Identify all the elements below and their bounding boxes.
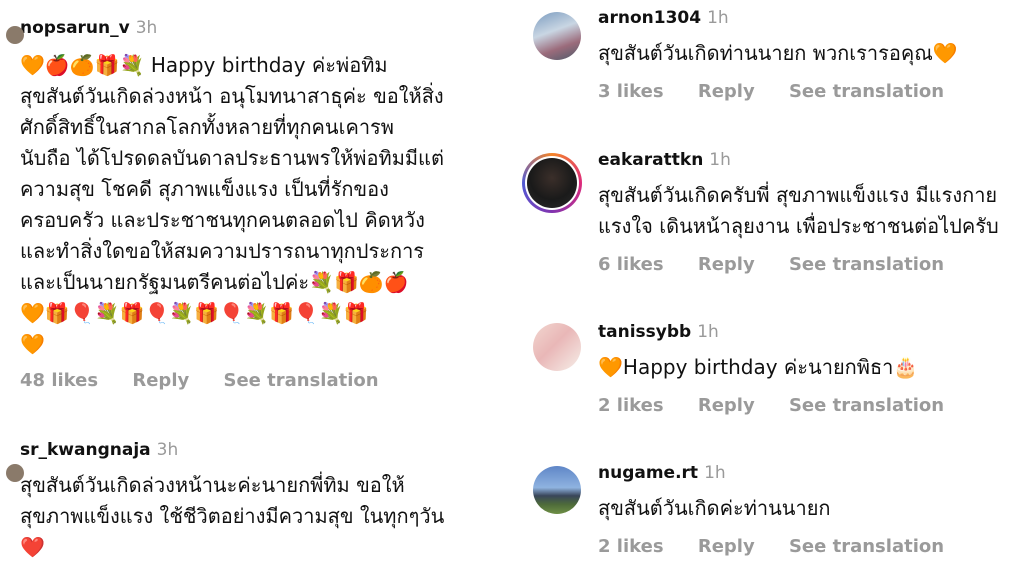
likes-count[interactable]: 48 likes <box>20 370 98 391</box>
comment-text: 🧡Happy birthday ค่ะนายกพิธา🎂 <box>598 355 919 379</box>
avatar[interactable] <box>6 26 24 44</box>
comment-text: สุขสันต์วันเกิดครับพี่ สุขภาพแข็งแรง มีแ… <box>598 183 999 238</box>
comment-time: 3h <box>156 440 179 460</box>
see-translation-link[interactable]: See translation <box>789 395 944 416</box>
comment-username[interactable]: nopsarun_v <box>20 18 130 38</box>
comment-actions: 3 likes Reply See translation <box>598 81 1024 102</box>
reply-button[interactable]: Reply <box>132 370 189 391</box>
comment-text: สุขสันต์วันเกิดท่านนายก พวกเรารอคุณ🧡 <box>598 41 958 65</box>
see-translation-link[interactable]: See translation <box>789 81 944 102</box>
comment-username[interactable]: sr_kwangnaja <box>20 440 151 460</box>
comment-sr-kwangnaja: sr_kwangnaja 3h สุขสันต์วันเกิดล่วงหน้านะ… <box>6 440 510 563</box>
comment-actions: 6 likes Reply See translation <box>598 254 1024 275</box>
comment-nugame-rt: nugame.rt 1h สุขสันต์วันเกิดค่ะท่านนายก 2… <box>598 463 1024 557</box>
comment-actions: 2 likes Reply See translation <box>598 536 1024 557</box>
comment-username[interactable]: tanissybb <box>598 322 691 342</box>
reply-button[interactable]: Reply <box>698 254 755 275</box>
avatar-story-ring[interactable] <box>522 153 582 213</box>
see-translation-link[interactable]: See translation <box>789 536 944 557</box>
likes-count[interactable]: 3 likes <box>598 81 664 102</box>
comment-actions: 2 likes Reply See translation <box>598 395 1024 416</box>
reply-button[interactable]: Reply <box>698 395 755 416</box>
avatar[interactable] <box>533 323 581 371</box>
comment-eakarattkn: eakarattkn 1h สุขสันต์วันเกิดครับพี่ สุขภ… <box>598 150 1024 275</box>
likes-count[interactable]: 2 likes <box>598 536 664 557</box>
comment-arnon1304: arnon1304 1h สุขสันต์วันเกิดท่านนายก พวกเ… <box>598 8 1024 102</box>
avatar <box>527 158 577 208</box>
comment-username[interactable]: nugame.rt <box>598 463 698 483</box>
avatar[interactable] <box>533 466 581 514</box>
comment-tanissybb: tanissybb 1h 🧡Happy birthday ค่ะนายกพิธา🎂… <box>598 322 1024 416</box>
comment-text: 🧡🍎🍊🎁💐 Happy birthday ค่ะพ่อทิม สุขสันต์ว… <box>20 53 444 356</box>
comment-text: สุขสันต์วันเกิดล่วงหน้านะค่ะนายกพี่ทิม ข… <box>20 473 445 559</box>
comment-nopsarun: nopsarun_v 3h 🧡🍎🍊🎁💐 Happy birthday ค่ะพ่อ… <box>6 18 510 391</box>
avatar[interactable] <box>6 464 24 482</box>
likes-count[interactable]: 2 likes <box>598 395 664 416</box>
comment-username[interactable]: arnon1304 <box>598 8 701 28</box>
comment-time: 1h <box>709 150 731 170</box>
comment-text: สุขสันต์วันเกิดค่ะท่านนายก <box>598 496 831 520</box>
reply-button[interactable]: Reply <box>698 81 755 102</box>
comment-time: 3h <box>135 18 158 38</box>
likes-count[interactable]: 6 likes <box>598 254 664 275</box>
see-translation-link[interactable]: See translation <box>224 370 379 391</box>
comment-username[interactable]: eakarattkn <box>598 150 703 170</box>
comment-time: 1h <box>704 463 726 483</box>
see-translation-link[interactable]: See translation <box>789 254 944 275</box>
comment-actions: 48 likes Reply See translation <box>20 370 510 391</box>
comment-time: 1h <box>697 322 719 342</box>
comment-time: 1h <box>707 8 729 28</box>
avatar[interactable] <box>533 12 581 60</box>
reply-button[interactable]: Reply <box>698 536 755 557</box>
